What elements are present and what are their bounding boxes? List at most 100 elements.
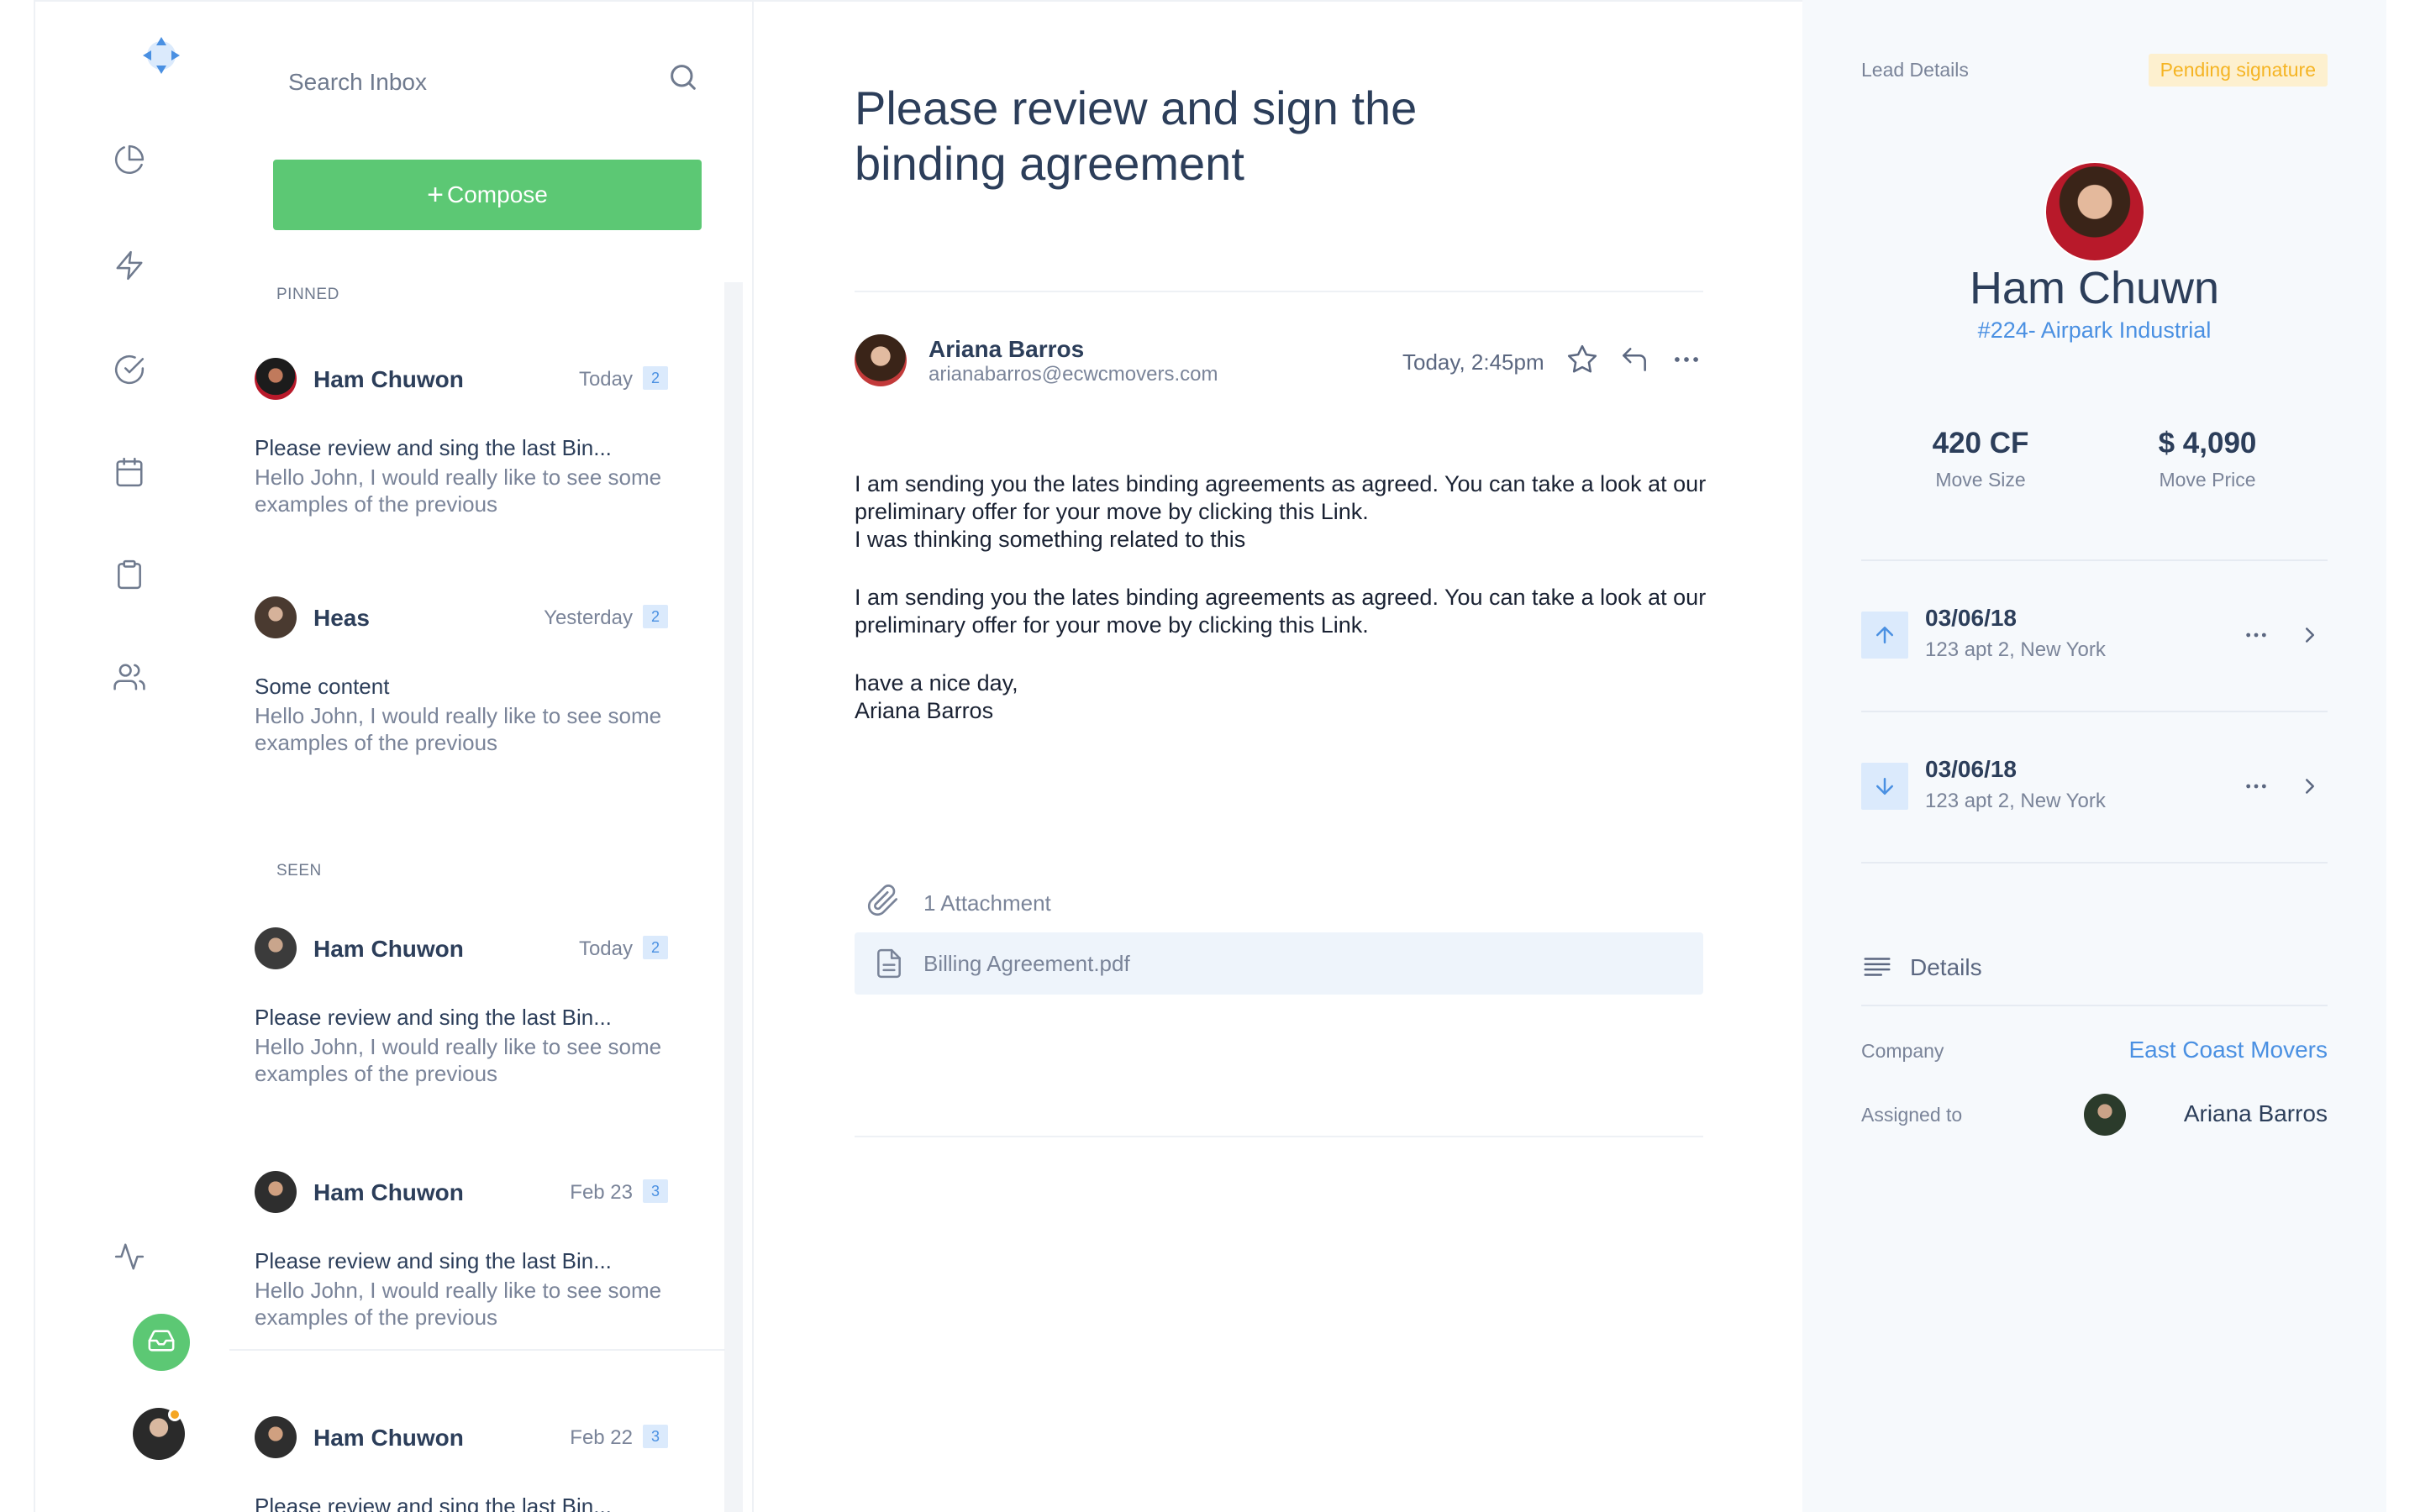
sender-name: Ham Chuwon bbox=[313, 366, 464, 392]
file-icon bbox=[873, 948, 905, 979]
sender-avatar bbox=[855, 334, 907, 386]
move-item-delivery[interactable]: 03/06/18 123 apt 2, New York bbox=[1861, 749, 2328, 825]
move-size-label: Move Size bbox=[1935, 469, 2026, 491]
message-date: Feb 23 bbox=[570, 1181, 633, 1204]
assigned-row: Assigned to Ariana Barros bbox=[1861, 1094, 2328, 1136]
lead-details-panel: Lead Details Pending signature Ham Chuwn… bbox=[1802, 0, 2386, 1512]
message-date: Today bbox=[578, 368, 633, 391]
status-badge: Pending signature bbox=[2148, 54, 2328, 87]
details-section-header[interactable]: Details bbox=[1861, 949, 2328, 986]
message-date: Today bbox=[578, 937, 633, 960]
message-subject: Some content bbox=[255, 674, 390, 699]
arrow-down-icon bbox=[1861, 763, 1908, 810]
pinned-section-label: PINNED bbox=[276, 286, 339, 303]
sender-avatar bbox=[255, 927, 297, 969]
seen-section-label: SEEN bbox=[276, 862, 322, 879]
check-circle-icon[interactable] bbox=[111, 351, 148, 388]
company-link[interactable]: East Coast Movers bbox=[2128, 1037, 2328, 1063]
move-date: 03/06/18 bbox=[1925, 756, 2017, 782]
search-input[interactable] bbox=[288, 59, 675, 106]
thread-count-badge: 3 bbox=[643, 1425, 668, 1448]
assigned-key: Assigned to bbox=[1861, 1104, 1963, 1126]
align-left-icon bbox=[1861, 951, 1895, 984]
attachment-filename: Billing Agreement.pdf bbox=[923, 951, 1130, 976]
message-date: Yesterday bbox=[544, 606, 633, 629]
search-box bbox=[288, 59, 725, 106]
email-view: Please review and sign the binding agree… bbox=[754, 0, 1802, 1512]
assignee-name[interactable]: Ariana Barros bbox=[2184, 1100, 2328, 1127]
message-subject: Please review and sing the last Bin... bbox=[255, 1494, 612, 1512]
sender-name: Heas bbox=[313, 605, 370, 631]
inbox-nav-button[interactable] bbox=[133, 1314, 190, 1371]
compose-button[interactable]: + Compose bbox=[273, 160, 702, 230]
lead-details-label: Lead Details bbox=[1861, 59, 1969, 81]
message-subject: Please review and sing the last Bin... bbox=[255, 1248, 612, 1273]
message-preview: Hello John, I would really like to see s… bbox=[255, 703, 662, 755]
sender-name: Ham Chuwon bbox=[313, 936, 464, 962]
body-signature: Ariana Barros bbox=[855, 698, 994, 723]
chevron-right-icon[interactable] bbox=[2295, 620, 2325, 650]
move-address: 123 apt 2, New York bbox=[1925, 638, 2106, 661]
plus-icon: + bbox=[427, 178, 444, 211]
move-price-label: Move Price bbox=[2159, 469, 2256, 491]
list-divider bbox=[229, 1349, 725, 1351]
arrow-up-icon bbox=[1861, 612, 1908, 659]
divider bbox=[1861, 559, 2328, 561]
search-icon[interactable] bbox=[666, 60, 700, 94]
list-scrollbar[interactable] bbox=[724, 282, 743, 1512]
divider bbox=[855, 291, 1703, 292]
divider bbox=[855, 1136, 1703, 1137]
company-key: Company bbox=[1861, 1040, 1944, 1062]
thread-count-badge: 2 bbox=[643, 366, 668, 390]
inbox-icon bbox=[147, 1326, 176, 1359]
divider bbox=[1861, 711, 2328, 712]
attachment-count: 1 Attachment bbox=[923, 890, 1051, 916]
message-date: Feb 22 bbox=[570, 1426, 633, 1449]
move-item-pickup[interactable]: 03/06/18 123 apt 2, New York bbox=[1861, 598, 2328, 674]
from-email[interactable]: arianabarros@ecwcmovers.com bbox=[929, 363, 1218, 386]
more-options-icon[interactable] bbox=[2239, 771, 2273, 801]
lead-avatar bbox=[2044, 161, 2145, 262]
notification-dot bbox=[168, 1408, 182, 1421]
pie-chart-icon[interactable] bbox=[111, 141, 148, 178]
reply-icon[interactable] bbox=[1616, 341, 1653, 378]
sender-avatar bbox=[255, 1416, 297, 1458]
activity-icon[interactable] bbox=[111, 1238, 148, 1275]
move-price-stat: $ 4,090 Move Price bbox=[2123, 427, 2291, 491]
body-paragraph: I am sending you the lates binding agree… bbox=[855, 585, 1707, 638]
chevron-right-icon[interactable] bbox=[2295, 771, 2325, 801]
thread-count-badge: 3 bbox=[643, 1179, 668, 1203]
message-subject: Please review and sing the last Bin... bbox=[255, 1005, 612, 1030]
thread-count-badge: 2 bbox=[643, 936, 668, 959]
email-time: Today, 2:45pm bbox=[1402, 349, 1544, 375]
sender-avatar bbox=[255, 596, 297, 638]
message-preview: Hello John, I would really like to see s… bbox=[255, 465, 662, 517]
calendar-icon[interactable] bbox=[111, 454, 148, 491]
company-row: Company East Coast Movers bbox=[1861, 1030, 2328, 1072]
sender-avatar bbox=[255, 358, 297, 400]
users-icon[interactable] bbox=[111, 659, 148, 696]
email-body: I am sending you the lates binding agree… bbox=[855, 470, 1712, 755]
move-size-value: 420 CF bbox=[1932, 427, 2029, 459]
body-closing: have a nice day, bbox=[855, 670, 1018, 696]
message-preview: Hello John, I would really like to see s… bbox=[255, 1278, 662, 1330]
lightning-icon[interactable] bbox=[111, 247, 148, 284]
sender-name: Ham Chuwon bbox=[313, 1179, 464, 1205]
move-size-stat: 420 CF Move Size bbox=[1897, 427, 2065, 491]
inbox-list-panel: + Compose PINNED Ham Chuwon Today 2 Plea… bbox=[223, 0, 754, 1512]
message-subject: Please review and sing the last Bin... bbox=[255, 435, 612, 460]
sender-avatar bbox=[255, 1171, 297, 1213]
app-logo-icon[interactable] bbox=[138, 32, 185, 79]
divider bbox=[1861, 862, 2328, 864]
body-paragraph: I am sending you the lates binding agree… bbox=[855, 471, 1707, 524]
sender-name: Ham Chuwon bbox=[313, 1425, 464, 1451]
lead-name: Ham Chuwn bbox=[1969, 263, 2220, 313]
star-icon[interactable] bbox=[1564, 341, 1601, 378]
more-options-icon[interactable] bbox=[2239, 620, 2273, 650]
clipboard-icon[interactable] bbox=[111, 556, 148, 593]
attachment-file[interactable]: Billing Agreement.pdf bbox=[855, 932, 1703, 995]
assignee-avatar bbox=[2084, 1094, 2126, 1136]
thread-count-badge: 2 bbox=[643, 605, 668, 628]
lead-id-link[interactable]: #224- Airpark Industrial bbox=[1802, 318, 2386, 344]
more-options-icon[interactable] bbox=[1668, 341, 1705, 378]
